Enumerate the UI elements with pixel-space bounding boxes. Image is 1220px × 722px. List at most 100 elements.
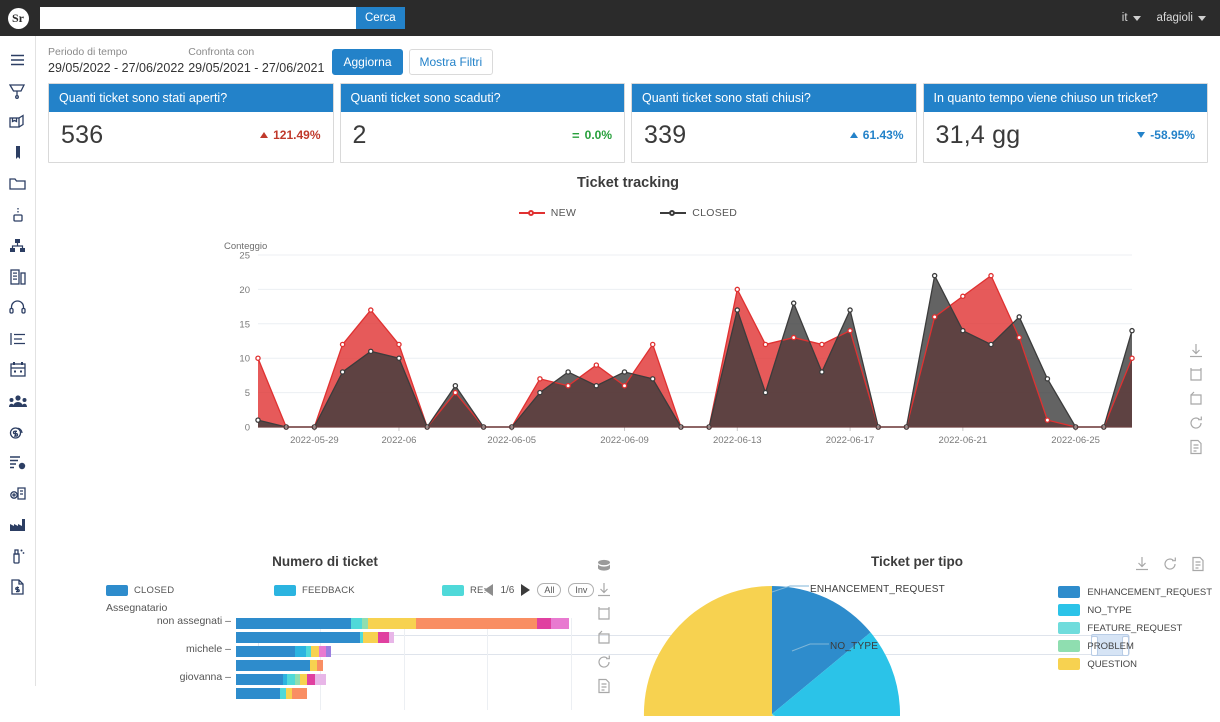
bar-row[interactable] bbox=[236, 660, 571, 671]
pie-chart-svg[interactable] bbox=[624, 576, 944, 716]
bar-segment[interactable] bbox=[236, 632, 360, 643]
legend-item-closed[interactable]: CLOSED bbox=[106, 584, 274, 596]
sidebar-item-activity[interactable] bbox=[0, 447, 36, 478]
period-filter[interactable]: Periodo di tempo 29/05/2022 - 27/06/2022 bbox=[48, 46, 184, 75]
undo-icon[interactable] bbox=[596, 630, 612, 646]
bar-row[interactable]: michele – bbox=[186, 643, 571, 657]
sidebar-item-menu-hamburger[interactable] bbox=[0, 44, 36, 75]
sidebar-item-warehouse[interactable] bbox=[0, 261, 36, 292]
bar-segment[interactable] bbox=[416, 618, 538, 629]
bar-segment[interactable] bbox=[361, 618, 369, 629]
bar-segment[interactable] bbox=[363, 632, 379, 643]
crop-icon[interactable] bbox=[1188, 367, 1204, 383]
database-icon[interactable] bbox=[596, 558, 612, 574]
bar-segment[interactable] bbox=[550, 618, 570, 629]
sidebar-item-calendar[interactable] bbox=[0, 354, 36, 385]
list-icon bbox=[9, 332, 25, 345]
bar-segment[interactable] bbox=[236, 688, 280, 699]
bar-segment[interactable] bbox=[317, 660, 324, 671]
bar-segment[interactable] bbox=[368, 618, 417, 629]
kpi-title: Quanti ticket sono stati chiusi? bbox=[632, 84, 916, 112]
bar-segment[interactable] bbox=[378, 632, 390, 643]
kpi-card-resolution-time: In quanto tempo viene chiuso un tricket?… bbox=[922, 83, 1208, 163]
sitemap-icon bbox=[10, 239, 25, 252]
sidebar-item-invoice[interactable] bbox=[0, 571, 36, 602]
download-icon[interactable] bbox=[596, 582, 612, 598]
bar-segment[interactable] bbox=[279, 688, 287, 699]
bar-segment[interactable] bbox=[287, 674, 295, 685]
legend-item-question[interactable]: QUESTION bbox=[1058, 658, 1212, 670]
legend-all-button[interactable]: All bbox=[537, 583, 562, 597]
bar-segment[interactable] bbox=[350, 618, 362, 629]
bar-segment[interactable] bbox=[326, 646, 331, 657]
document-icon[interactable] bbox=[1190, 556, 1206, 572]
legend-item-enhancement-request[interactable]: ENHANCEMENT_REQUEST bbox=[1058, 586, 1212, 598]
area-chart-plot[interactable]: 0 5 10 15 20 25 Conteggio 2022-05-29 2022-06 2022… bbox=[36, 237, 1186, 452]
period-value[interactable]: 29/05/2022 - 27/06/2022 bbox=[48, 61, 184, 75]
sidebar-item-hierarchy[interactable] bbox=[0, 230, 36, 261]
refresh-icon[interactable] bbox=[596, 654, 612, 670]
document-icon[interactable] bbox=[1188, 439, 1204, 455]
download-icon[interactable] bbox=[1134, 556, 1150, 572]
sidebar-item-settings-report[interactable] bbox=[0, 478, 36, 509]
sidebar-item-spray[interactable] bbox=[0, 540, 36, 571]
legend-item-no-type[interactable]: NO_TYPE bbox=[1058, 604, 1212, 616]
bar-segment[interactable] bbox=[300, 674, 308, 685]
bar-row[interactable] bbox=[236, 632, 571, 643]
compare-value[interactable]: 29/05/2021 - 27/06/2021 bbox=[188, 61, 324, 75]
bar-row[interactable]: giovanna – bbox=[180, 671, 571, 685]
bar-segment[interactable] bbox=[310, 646, 319, 657]
bar-segment[interactable] bbox=[236, 618, 351, 629]
legend-item-closed[interactable]: CLOSED bbox=[660, 207, 737, 219]
legend-item-feature-request[interactable]: FEATURE_REQUEST bbox=[1058, 622, 1212, 634]
legend-item-new[interactable]: NEW bbox=[518, 207, 576, 219]
legend-item-problem[interactable]: PROBLEM bbox=[1058, 640, 1212, 652]
bar-segment[interactable] bbox=[236, 674, 283, 685]
crop-icon[interactable] bbox=[596, 606, 612, 622]
search-input[interactable] bbox=[40, 7, 356, 29]
refresh-icon[interactable] bbox=[1162, 556, 1178, 572]
search-button[interactable]: Cerca bbox=[356, 7, 405, 29]
svg-text:2022-06-17: 2022-06-17 bbox=[826, 435, 875, 446]
pager-next-icon[interactable] bbox=[521, 584, 531, 596]
sidebar-item-device[interactable] bbox=[0, 199, 36, 230]
bar-segment[interactable] bbox=[309, 660, 318, 671]
bar-segment[interactable] bbox=[236, 660, 310, 671]
legend-item-re[interactable]: RE: bbox=[442, 584, 486, 596]
pager-prev-icon[interactable] bbox=[484, 584, 494, 596]
bar-row[interactable] bbox=[236, 688, 571, 699]
language-selector[interactable]: it bbox=[1122, 12, 1141, 24]
chart-title: Ticket tracking bbox=[576, 175, 680, 191]
bar-segment[interactable] bbox=[389, 632, 395, 643]
sidebar-item-support[interactable] bbox=[0, 292, 36, 323]
app-logo[interactable]: Sr bbox=[0, 0, 36, 36]
sidebar-item-bookmark[interactable] bbox=[0, 137, 36, 168]
document-icon[interactable] bbox=[596, 678, 612, 694]
show-filters-button[interactable]: Mostra Filtri bbox=[408, 49, 494, 75]
bar-segment[interactable] bbox=[236, 646, 295, 657]
sidebar-item-cart[interactable] bbox=[0, 75, 36, 106]
sidebar-item-factory[interactable] bbox=[0, 509, 36, 540]
sidebar-item-folder[interactable] bbox=[0, 168, 36, 199]
bar-segment[interactable] bbox=[292, 688, 308, 699]
legend-item-feedback[interactable]: FEEDBACK bbox=[274, 584, 442, 596]
bar-row[interactable]: non assegnati – bbox=[157, 615, 571, 629]
kpi-body: 339 61.43% bbox=[632, 112, 916, 162]
sidebar-item-products[interactable] bbox=[0, 106, 36, 137]
bar-chart-area[interactable]: non assegnati – michele – giovanna – bbox=[157, 615, 572, 710]
legend-inv-button[interactable]: Inv bbox=[568, 583, 595, 597]
update-button[interactable]: Aggiorna bbox=[332, 49, 403, 75]
bar-segment[interactable] bbox=[537, 618, 551, 629]
bar-segment[interactable] bbox=[294, 646, 307, 657]
sidebar-item-list[interactable] bbox=[0, 323, 36, 354]
undo-icon[interactable] bbox=[1188, 391, 1204, 407]
sidebar-item-users[interactable] bbox=[0, 385, 36, 416]
bar-segment[interactable] bbox=[307, 674, 315, 685]
download-icon[interactable] bbox=[1188, 343, 1204, 359]
sidebar-item-coins[interactable] bbox=[0, 416, 36, 447]
bar-segment[interactable] bbox=[318, 646, 327, 657]
bar-segment[interactable] bbox=[314, 674, 326, 685]
user-menu[interactable]: afagioli bbox=[1157, 12, 1206, 24]
compare-filter[interactable]: Confronta con 29/05/2021 - 27/06/2021 bbox=[188, 46, 324, 75]
refresh-icon[interactable] bbox=[1188, 415, 1204, 431]
